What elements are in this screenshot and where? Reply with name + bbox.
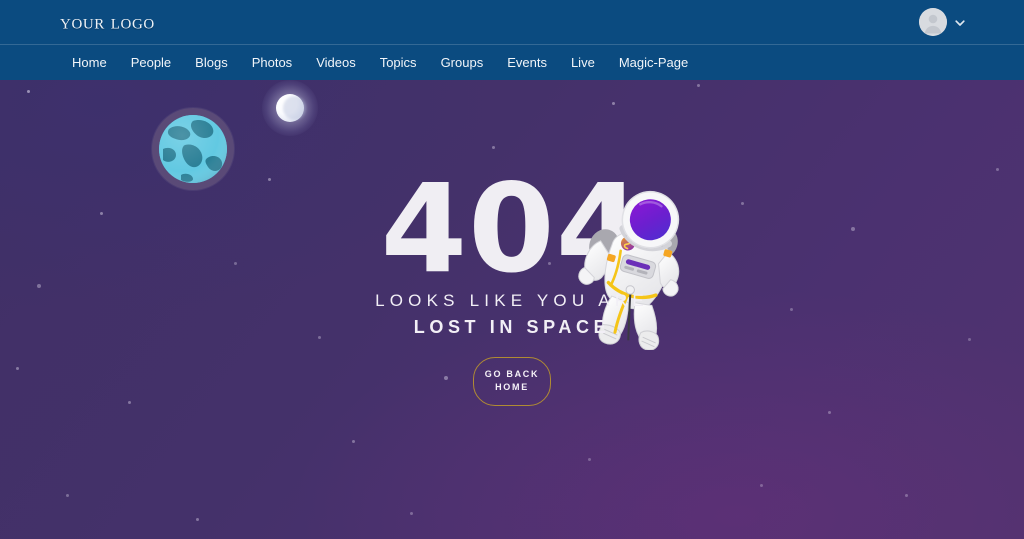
- brand-bar: Your logo: [0, 0, 1024, 44]
- site-logo[interactable]: Your logo: [60, 10, 155, 35]
- tagline: LOOKS LIKE YOU ARE LOST IN SPACE: [0, 290, 1024, 339]
- nav-item-blogs[interactable]: Blogs: [183, 45, 240, 81]
- tagline-line-2: LOST IN SPACE: [413, 317, 611, 337]
- avatar[interactable]: [919, 8, 947, 36]
- go-back-home-label-line-2: HOME: [495, 382, 529, 392]
- nav-item-home[interactable]: Home: [60, 45, 119, 81]
- go-back-home-label-line-1: GO BACK: [484, 369, 540, 379]
- main-navigation: Home People Blogs Photos Videos Topics G…: [0, 44, 1024, 80]
- page-root: Your logo Home People: [0, 0, 1024, 539]
- go-back-home-button[interactable]: GO BACK HOME: [473, 357, 551, 406]
- chevron-down-icon[interactable]: [954, 16, 966, 28]
- nav-list: Home People Blogs Photos Videos Topics G…: [60, 45, 700, 80]
- error-code: 404: [380, 158, 644, 300]
- nav-item-photos[interactable]: Photos: [240, 45, 304, 81]
- space-background: 404 LOOKS LIKE YOU ARE LOST IN SPACE GO …: [0, 80, 1024, 539]
- nav-item-live[interactable]: Live: [559, 45, 607, 81]
- tagline-line-1: LOOKS LIKE YOU ARE: [375, 291, 649, 310]
- nav-item-people[interactable]: People: [119, 45, 183, 81]
- nav-item-events[interactable]: Events: [495, 45, 559, 81]
- hero-content: 404 LOOKS LIKE YOU ARE LOST IN SPACE GO …: [0, 80, 1024, 539]
- nav-item-groups[interactable]: Groups: [429, 45, 496, 81]
- nav-item-magic-page[interactable]: Magic-Page: [607, 45, 700, 81]
- nav-item-topics[interactable]: Topics: [368, 45, 429, 81]
- account-menu[interactable]: [919, 8, 966, 36]
- nav-item-videos[interactable]: Videos: [304, 45, 368, 81]
